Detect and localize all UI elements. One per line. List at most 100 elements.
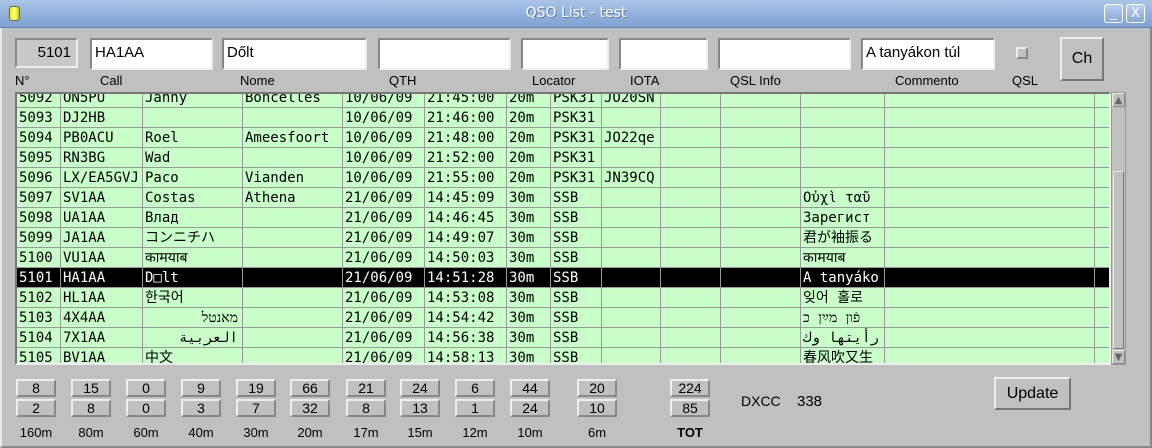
- scroll-up-arrow-icon[interactable]: ▲: [1112, 93, 1125, 107]
- header-qth: QTH: [389, 73, 417, 88]
- cell-time: 14:54:42: [425, 308, 507, 327]
- qso-table[interactable]: 5092 ON5PU Janny Boncelles 10/06/09 21:45:00 2…: [15, 92, 1111, 365]
- cell-date: 21/06/09: [343, 208, 425, 227]
- scroll-down-arrow-icon[interactable]: ▼: [1112, 350, 1125, 364]
- band-label-20m: 20m: [297, 425, 323, 440]
- table-row[interactable]: 5105 BV1AA 中文 21/06/09 14:58:13 30m SSB 春风吹又生: [17, 348, 1109, 363]
- header-qsl-info: QSL Info: [730, 73, 781, 88]
- cell-iota: [661, 348, 721, 363]
- stat-total-30m: 19: [236, 379, 276, 397]
- cell-band: 20m: [507, 128, 551, 147]
- cell-name: [143, 108, 243, 127]
- cell-band: 20m: [507, 148, 551, 167]
- cell-date: 21/06/09: [343, 248, 425, 267]
- cell-iota: [661, 228, 721, 247]
- qsl-checkbox[interactable]: [1016, 47, 1028, 59]
- stat-total-60m: 0: [126, 379, 166, 397]
- table-row[interactable]: 5094 PB0ACU Roel Ameesfoort 10/06/09 21:48:00…: [17, 128, 1109, 148]
- cell-number: 5103: [17, 308, 61, 327]
- table-row[interactable]: 5093 DJ2HB 10/06/09 21:46:00 20m PSK31: [17, 108, 1109, 128]
- cell-iota: [661, 308, 721, 327]
- band-label-30m: 30m: [243, 425, 269, 440]
- call-input[interactable]: HA1AA: [90, 38, 213, 70]
- stat-confirmed-17m: 8: [346, 399, 386, 417]
- table-row[interactable]: 5104 7X1AA العربية 21/06/09 14:56:38 30m SSB رأ…: [17, 328, 1109, 348]
- table-row[interactable]: 5095 RN3BG Wad 10/06/09 21:52:00 20m PSK31: [17, 148, 1109, 168]
- minimize-button[interactable]: _: [1104, 4, 1123, 23]
- qth-input[interactable]: [378, 38, 511, 70]
- cell-comment: [801, 108, 885, 127]
- cell-comment: 春风吹又生: [801, 348, 885, 363]
- cell-name: Paco: [143, 168, 243, 187]
- cell-call: ON5PU: [61, 94, 143, 107]
- cell-name: Wad: [143, 148, 243, 167]
- cell-date: 10/06/09: [343, 108, 425, 127]
- cell-qsl-info: [721, 94, 801, 107]
- band-label-60m: 60m: [133, 425, 159, 440]
- scrollbar[interactable]: ▲ ▼: [1111, 92, 1126, 365]
- cell-iota: [661, 168, 721, 187]
- cell-qsl-info: [721, 168, 801, 187]
- cell-number: 5099: [17, 228, 61, 247]
- cell-call: UA1AA: [61, 208, 143, 227]
- stat-total-10m: 44: [510, 379, 550, 397]
- cell-mode: SSB: [551, 348, 602, 363]
- cell-qth: [243, 328, 343, 347]
- cell-qth: Athena: [243, 188, 343, 207]
- cell-time: 14:49:07: [425, 228, 507, 247]
- cell-call: DJ2HB: [61, 108, 143, 127]
- cell-mode: SSB: [551, 328, 602, 347]
- cell-qsl: [885, 288, 1095, 307]
- cell-time: 21:52:00: [425, 148, 507, 167]
- table-row[interactable]: 5101 HA1AA D□lt 21/06/09 14:51:28 30m SSB A tan…: [17, 268, 1109, 288]
- cell-qth: [243, 108, 343, 127]
- comment-input[interactable]: A tanyákon túl: [861, 38, 995, 70]
- iota-input[interactable]: [619, 38, 708, 70]
- cell-band: 30m: [507, 328, 551, 347]
- cell-mode: PSK31: [551, 148, 602, 167]
- table-row[interactable]: 5096 LX/EA5GVJ Paco Vianden 10/06/09 21:55:00…: [17, 168, 1109, 188]
- cell-qsl: [885, 228, 1095, 247]
- cell-iota: [661, 208, 721, 227]
- locator-input[interactable]: [521, 38, 609, 70]
- cell-locator: [602, 108, 661, 127]
- cell-qsl: [885, 128, 1095, 147]
- cell-qth: [243, 248, 343, 267]
- cell-locator: JO22qe: [602, 128, 661, 147]
- cell-name: コンニチハ: [143, 228, 243, 247]
- cell-call: 7X1AA: [61, 328, 143, 347]
- table-row[interactable]: 5100 VU1AA कामयाब 21/06/09 14:50:03 30m SSB काम…: [17, 248, 1109, 268]
- cell-iota: [661, 148, 721, 167]
- close-button[interactable]: X: [1126, 4, 1145, 23]
- table-row[interactable]: 5103 4X4AA מאנטל 21/06/09 14:54:42 30m SSB פֿון…: [17, 308, 1109, 328]
- table-row[interactable]: 5098 UA1AA Влад 21/06/09 14:46:45 30m SSB Заре…: [17, 208, 1109, 228]
- cell-name: Влад: [143, 208, 243, 227]
- name-input[interactable]: Dőlt: [222, 38, 367, 70]
- cell-qsl: [885, 168, 1095, 187]
- cell-qth: Ameesfoort: [243, 128, 343, 147]
- cell-locator: [602, 188, 661, 207]
- stat-total-6m: 20: [577, 379, 617, 397]
- cell-qsl-info: [721, 228, 801, 247]
- ch-button[interactable]: Ch: [1060, 37, 1104, 81]
- cell-mode: SSB: [551, 188, 602, 207]
- cell-locator: [602, 148, 661, 167]
- cell-mode: PSK31: [551, 168, 602, 187]
- table-row[interactable]: 5097 SV1AA Costas Athena 21/06/09 14:45:09 30m…: [17, 188, 1109, 208]
- band-label-15m: 15m: [407, 425, 433, 440]
- table-row[interactable]: 5102 HL1AA 한국어 21/06/09 14:53:08 30m SSB 잊어 홀로: [17, 288, 1109, 308]
- cell-qsl-info: [721, 348, 801, 363]
- cell-qsl: [885, 188, 1095, 207]
- cell-iota: [661, 328, 721, 347]
- cell-qsl: [885, 348, 1095, 363]
- cell-band: 30m: [507, 308, 551, 327]
- update-button[interactable]: Update: [994, 377, 1071, 410]
- cell-qsl-info: [721, 188, 801, 207]
- table-row[interactable]: 5099 JA1AA コンニチハ 21/06/09 14:49:07 30m SSB 君が袖振…: [17, 228, 1109, 248]
- table-row[interactable]: 5092 ON5PU Janny Boncelles 10/06/09 21:45:00 2…: [17, 94, 1109, 108]
- header-call: Call: [100, 73, 123, 88]
- cell-number: 5101: [17, 268, 61, 287]
- scroll-thumb[interactable]: [1113, 171, 1124, 349]
- qsl-info-input[interactable]: [718, 38, 851, 70]
- stat-total-40m: 9: [181, 379, 221, 397]
